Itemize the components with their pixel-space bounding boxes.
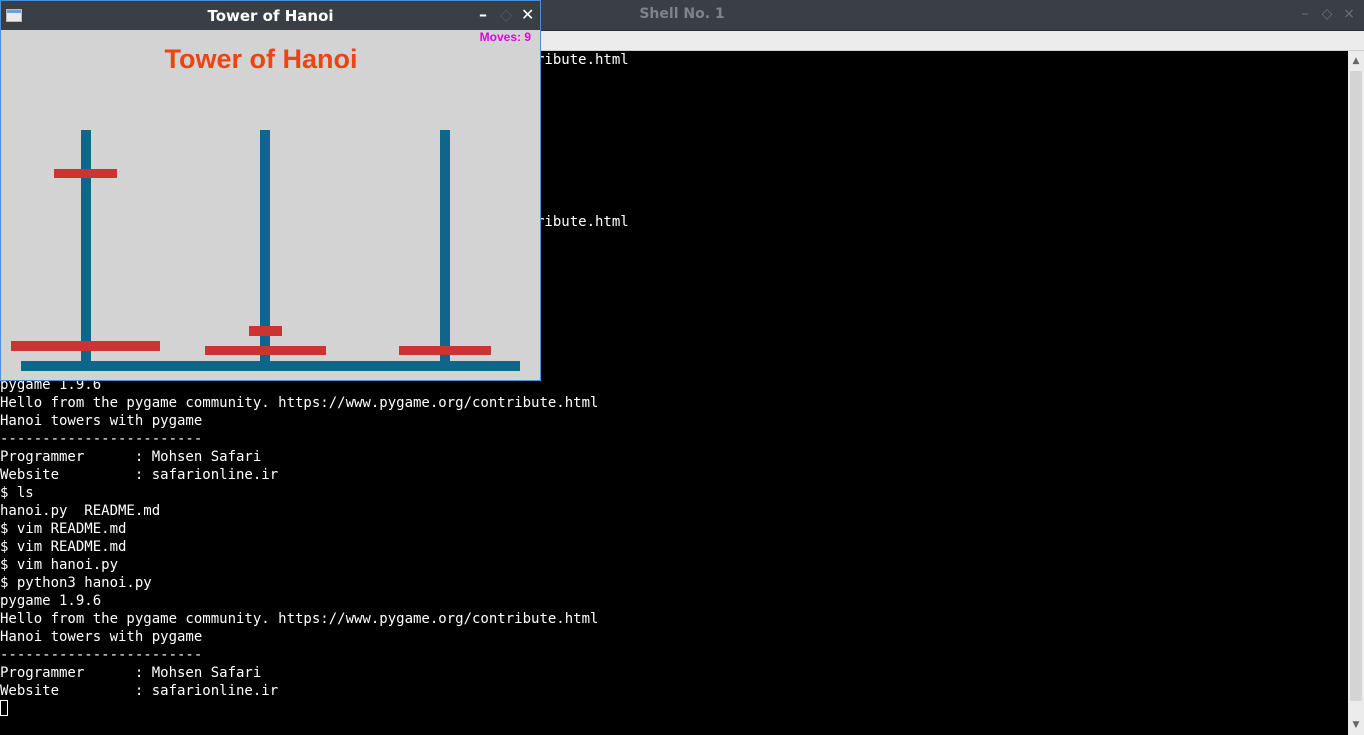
moves-counter: Moves: 9 bbox=[479, 30, 531, 44]
terminal-line: $ ls bbox=[0, 485, 34, 501]
terminal-line: Programmer : Mohsen Safari bbox=[0, 665, 262, 681]
shell-minimize-button[interactable]: – bbox=[1298, 6, 1312, 22]
terminal-scrollbar[interactable]: ▲ ▼ bbox=[1348, 51, 1364, 735]
hanoi-window[interactable]: Tower of Hanoi – ◇ ✕ Moves: 9 Tower of H… bbox=[0, 0, 541, 381]
terminal-line: Website : safarionline.ir bbox=[0, 683, 279, 699]
terminal-line: Hanoi towers with pygame bbox=[0, 413, 203, 429]
hanoi-window-title: Tower of Hanoi bbox=[207, 7, 334, 25]
shell-window-controls: – ◇ × bbox=[1298, 6, 1356, 22]
scroll-down-arrow-icon[interactable]: ▼ bbox=[1350, 719, 1362, 731]
terminal-line: $ vim README.md bbox=[0, 521, 127, 537]
hanoi-minimize-button[interactable]: – bbox=[479, 5, 487, 24]
terminal-line: Hanoi towers with pygame bbox=[0, 629, 203, 645]
shell-close-button[interactable]: × bbox=[1342, 6, 1356, 22]
shell-maximize-button[interactable]: ◇ bbox=[1320, 6, 1334, 22]
game-title: Tower of Hanoi bbox=[164, 44, 358, 74]
hanoi-close-button[interactable]: ✕ bbox=[521, 5, 534, 24]
terminal-line: ------------------------ bbox=[0, 647, 203, 663]
hanoi-titlebar[interactable]: Tower of Hanoi – ◇ ✕ bbox=[1, 1, 540, 30]
scrollbar-thumb[interactable] bbox=[1350, 71, 1362, 701]
game-canvas[interactable]: Moves: 9 Tower of Hanoi bbox=[1, 30, 540, 380]
terminal-line: Programmer : Mohsen Safari bbox=[0, 449, 262, 465]
peg-left[interactable] bbox=[81, 130, 91, 361]
peg-right[interactable] bbox=[440, 130, 450, 361]
terminal-line: Website : safarionline.ir bbox=[0, 467, 279, 483]
disk-selected[interactable] bbox=[54, 169, 117, 178]
terminal-line: ribute.html bbox=[536, 214, 629, 230]
terminal-line: Hello from the pygame community. https:/… bbox=[0, 611, 599, 627]
terminal-cursor bbox=[0, 700, 8, 716]
terminal-line: $ vim hanoi.py bbox=[0, 557, 119, 573]
disk[interactable] bbox=[249, 326, 282, 336]
terminal-line: pygame 1.9.6 bbox=[0, 593, 102, 609]
disk[interactable] bbox=[11, 341, 160, 351]
terminal-line: ------------------------ bbox=[0, 431, 203, 447]
terminal-line: Hello from the pygame community. https:/… bbox=[0, 395, 599, 411]
terminal-line: $ python3 hanoi.py bbox=[0, 575, 152, 591]
terminal-line: hanoi.py README.md bbox=[0, 503, 161, 519]
disk[interactable] bbox=[205, 346, 326, 355]
terminal-line: ribute.html bbox=[536, 52, 629, 68]
hanoi-maximize-button[interactable]: ◇ bbox=[500, 5, 512, 24]
terminal-line: $ vim README.md bbox=[0, 539, 127, 555]
scroll-up-arrow-icon[interactable]: ▲ bbox=[1350, 55, 1362, 67]
tower-base bbox=[21, 361, 520, 371]
disk[interactable] bbox=[399, 346, 491, 355]
